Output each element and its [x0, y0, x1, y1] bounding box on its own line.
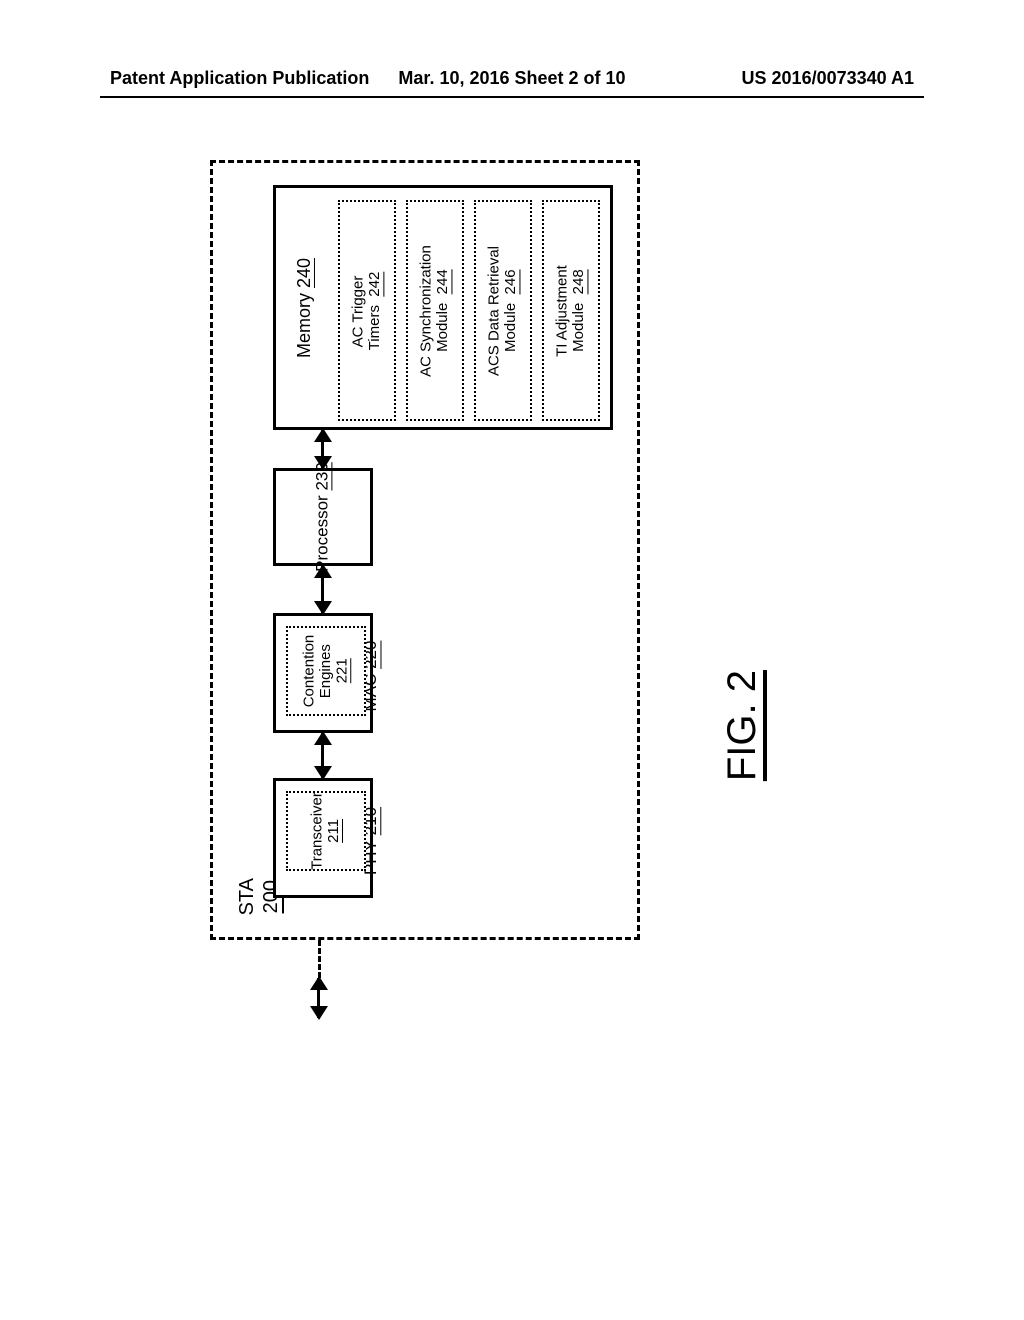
contention-block: Contention Engines 221 [286, 626, 366, 716]
mac-block: MAC 220 Contention Engines 221 [273, 613, 373, 733]
header-right: US 2016/0073340 A1 [742, 68, 914, 89]
transceiver-ref: 211 [325, 819, 342, 843]
ac-trigger-timers-block: AC Trigger Timers 242 [338, 200, 396, 421]
contention-label: Contention Engines 221 [301, 635, 351, 708]
transceiver-name: Transceiver [309, 792, 326, 870]
contention-l2: Engines [317, 644, 334, 698]
contention-ref: 221 [333, 658, 350, 683]
transceiver-block: Transceiver 211 [286, 791, 366, 871]
retr-l2: Module [502, 303, 519, 352]
contention-l1: Contention [300, 635, 317, 708]
tiadj-l1: TI Adjustment [554, 265, 571, 357]
sync-ref: 244 [434, 269, 451, 294]
retr-label: ACS Data Retrieval Module 246 [487, 245, 520, 375]
tiadj-ref: 248 [570, 269, 587, 294]
arrow-proc-mem [321, 430, 324, 468]
timers-l1: AC Trigger [350, 275, 367, 347]
retr-ref: 246 [502, 269, 519, 294]
page: Patent Application Publication Mar. 10, … [0, 0, 1024, 1320]
figure-canvas: FIG. 2 STA 200 PHY 210 Transceiver 211 [100, 130, 924, 1190]
processor-block: Processor 230 [273, 468, 373, 566]
arrow-mac-proc [321, 566, 324, 613]
memory-name: Memory [294, 293, 314, 358]
transceiver-label: Transceiver 211 [310, 792, 343, 870]
ti-adjustment-block: TI Adjustment Module 248 [542, 200, 600, 421]
sta-name: STA [236, 878, 258, 915]
processor-label: Processor 230 [314, 462, 333, 572]
ac-sync-module-block: AC Synchronization Module 244 [406, 200, 464, 421]
timers-ref: 242 [366, 271, 383, 296]
phy-block: PHY 210 Transceiver 211 [273, 778, 373, 898]
sync-label: AC Synchronization Module 244 [419, 245, 452, 377]
header-rule [100, 96, 924, 98]
arrow-phy-mac [321, 733, 324, 778]
sync-l1: AC Synchronization [418, 245, 435, 377]
tiadj-l2: Module [570, 303, 587, 352]
retr-l1: ACS Data Retrieval [486, 245, 503, 375]
timers-label: AC Trigger Timers 242 [351, 271, 384, 350]
external-arrow [317, 978, 320, 1018]
sta-container: STA 200 PHY 210 Transceiver 211 MAC 2 [210, 160, 640, 940]
tiadj-label: TI Adjustment Module 248 [555, 265, 588, 357]
memory-ref: 240 [294, 257, 314, 287]
acs-data-retrieval-block: ACS Data Retrieval Module 246 [474, 200, 532, 421]
processor-name: Processor [313, 495, 332, 572]
memory-label: Memory 240 [294, 257, 315, 357]
figure-label: FIG. 2 [720, 670, 765, 781]
memory-block: Memory 240 AC Trigger Timers 242 AC Sync… [273, 185, 613, 430]
external-dashed-segment [318, 940, 321, 978]
timers-l2: Timers [366, 305, 383, 350]
sync-l2: Module [434, 303, 451, 352]
